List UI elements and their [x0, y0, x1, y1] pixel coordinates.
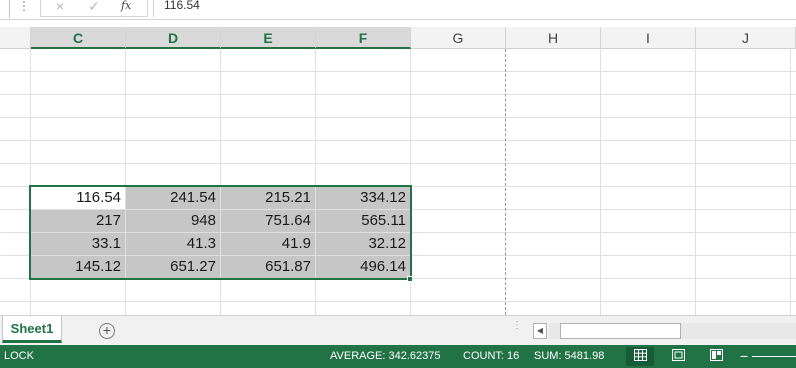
cancel-icon[interactable]: ×	[49, 0, 71, 14]
selection-border	[29, 185, 412, 280]
sheet-tab-bar: Sheet1 + ⋮ ◀	[0, 315, 796, 345]
gridline	[0, 94, 796, 95]
insert-function-icon[interactable]: fx	[121, 0, 131, 14]
status-mode: LOCK	[4, 350, 34, 362]
formula-input[interactable]: 116.54	[153, 0, 796, 17]
column-header-f[interactable]: F	[316, 27, 411, 49]
zoom-out-icon[interactable]: −	[740, 345, 750, 367]
fill-handle[interactable]	[407, 276, 413, 282]
formula-buttons: × ✓ fx	[40, 0, 148, 17]
scrollbar-thumb[interactable]	[560, 323, 681, 339]
column-header-j[interactable]: J	[696, 27, 796, 49]
worksheet-grid[interactable]: 116.54 241.54 215.21 334.12 217 948 751.…	[0, 49, 796, 315]
status-count[interactable]: COUNT: 16	[463, 345, 519, 368]
more-options-icon[interactable]: ⋮	[18, 0, 30, 14]
enter-icon[interactable]: ✓	[83, 0, 105, 14]
status-average[interactable]: AVERAGE: 342.62375	[330, 345, 440, 368]
gridline	[0, 163, 796, 164]
gridline	[790, 49, 791, 315]
gridline	[600, 49, 601, 315]
status-bar: LOCK AVERAGE: 342.62375 COUNT: 16 SUM: 5…	[0, 345, 796, 368]
page-break-line	[505, 49, 506, 315]
status-sum[interactable]: SUM: 5481.98	[534, 345, 604, 368]
grid-icon	[633, 349, 647, 361]
column-header-d[interactable]: D	[126, 27, 221, 49]
page-break-icon	[709, 349, 723, 361]
gridline	[0, 117, 796, 118]
column-header-h[interactable]: H	[506, 27, 601, 49]
name-box[interactable]	[0, 0, 10, 18]
column-header-c[interactable]: C	[31, 27, 126, 49]
gridline	[0, 71, 796, 72]
gridline	[0, 301, 796, 302]
page-layout-icon	[671, 349, 685, 361]
normal-view-icon[interactable]	[626, 347, 654, 366]
tab-split-handle[interactable]: ⋮	[512, 321, 522, 338]
zoom-slider[interactable]	[752, 356, 796, 357]
sheet-tab-sheet1[interactable]: Sheet1	[2, 316, 62, 343]
column-header-i[interactable]: I	[601, 27, 696, 49]
page-layout-view-icon[interactable]	[664, 347, 692, 366]
scroll-left-icon[interactable]: ◀	[533, 323, 547, 339]
gridline	[0, 140, 796, 141]
column-header-e[interactable]: E	[221, 27, 316, 49]
formula-bar: ⋮ × ✓ fx 116.54	[0, 0, 796, 20]
page-break-view-icon[interactable]	[702, 347, 730, 366]
row-header-corner[interactable]	[0, 27, 31, 49]
add-sheet-icon[interactable]: +	[99, 323, 115, 339]
column-header-g[interactable]: G	[411, 27, 506, 49]
gridline	[695, 49, 696, 315]
column-header-row: C D E F G H I J	[0, 27, 796, 49]
